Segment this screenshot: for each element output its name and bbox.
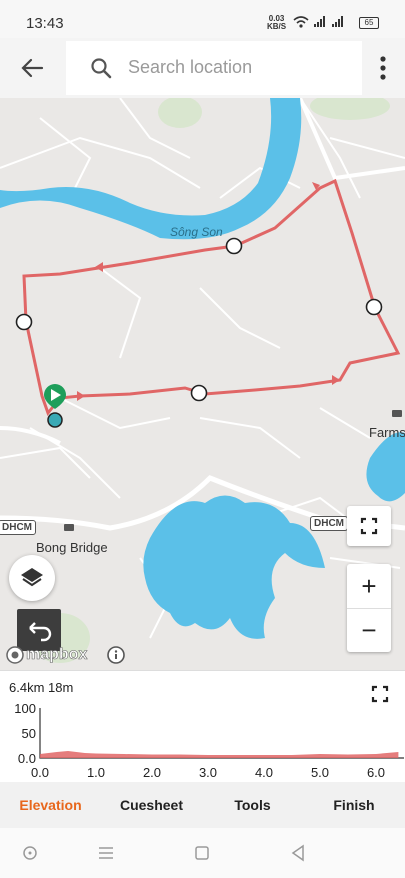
map-view[interactable]: Sông Son Farms Bong Bridge DHCM DHCM + −… bbox=[0, 98, 405, 670]
info-icon bbox=[107, 646, 125, 664]
y-tick-label: 0.0 bbox=[18, 751, 36, 766]
farms-label: Farms bbox=[369, 425, 405, 440]
tab-cuesheet[interactable]: Cuesheet bbox=[101, 782, 202, 828]
search-box[interactable]: Search location bbox=[66, 41, 362, 95]
waypoint-marker bbox=[15, 313, 33, 331]
cell-signal-2-icon bbox=[332, 16, 343, 27]
zoom-in-button[interactable]: + bbox=[347, 564, 391, 608]
wifi-icon bbox=[293, 16, 309, 28]
layers-icon bbox=[21, 568, 43, 587]
network-speed: 0.03 KB/S bbox=[267, 15, 286, 31]
waypoint-marker bbox=[190, 384, 208, 402]
status-time: 13:43 bbox=[26, 15, 64, 32]
tab-tools[interactable]: Tools bbox=[202, 782, 303, 828]
back-triangle-icon[interactable] bbox=[287, 842, 309, 864]
x-tick-label: 1.0 bbox=[87, 765, 105, 780]
chart-axis bbox=[39, 708, 404, 759]
search-input[interactable]: Search location bbox=[128, 57, 252, 78]
road-badge-dhcm: DHCM bbox=[310, 516, 348, 531]
end-marker bbox=[47, 412, 63, 428]
start-marker-icon bbox=[44, 384, 66, 409]
more-vertical-icon bbox=[380, 56, 386, 80]
battery-icon: 65 bbox=[359, 17, 379, 29]
mapbox-attribution: mapbox bbox=[5, 644, 88, 666]
mapbox-wordmark: mapbox bbox=[26, 646, 88, 664]
map-canvas[interactable] bbox=[0, 98, 405, 670]
info-button[interactable] bbox=[107, 646, 125, 664]
cell-signal-icon bbox=[314, 16, 325, 27]
elevation-chart[interactable]: 100 50 0.00.0 1.0 2.0 3.0 4.0 5.0 6.0 bbox=[0, 695, 405, 785]
x-tick-label: 0.0 bbox=[31, 765, 49, 780]
y-tick-label: 100 bbox=[14, 701, 36, 716]
layers-button[interactable] bbox=[9, 555, 55, 601]
x-tick-label: 5.0 bbox=[311, 765, 329, 780]
tab-elevation[interactable]: Elevation bbox=[0, 782, 101, 828]
search-icon bbox=[91, 58, 112, 79]
x-tick-label: 3.0 bbox=[199, 765, 217, 780]
zoom-out-button[interactable]: − bbox=[347, 608, 391, 652]
road-badge-dhcm: DHCM bbox=[0, 520, 36, 535]
waypoint-marker bbox=[365, 298, 383, 316]
network-speed-unit: KB/S bbox=[267, 22, 287, 31]
river-label: Sông Son bbox=[170, 225, 223, 239]
x-tick-label: 6.0 bbox=[367, 765, 385, 780]
fullscreen-button[interactable] bbox=[347, 506, 391, 546]
menu-nav-icon[interactable] bbox=[95, 842, 117, 864]
more-options-button[interactable] bbox=[372, 50, 394, 86]
home-square-icon[interactable] bbox=[191, 842, 213, 864]
bottom-tabs: Elevation Cuesheet Tools Finish bbox=[0, 782, 405, 828]
system-nav-bar bbox=[0, 828, 405, 878]
signal-icons bbox=[293, 16, 343, 28]
tab-finish[interactable]: Finish bbox=[303, 782, 405, 828]
route-summary: 6.4km 18m bbox=[9, 680, 74, 695]
arrow-left-icon bbox=[21, 58, 44, 78]
waypoint-marker bbox=[225, 237, 243, 255]
circle-nav-icon[interactable] bbox=[19, 842, 41, 864]
bong-bridge-label: Bong Bridge bbox=[36, 540, 108, 555]
elevation-area bbox=[40, 751, 399, 758]
x-tick-label: 4.0 bbox=[255, 765, 273, 780]
fullscreen-icon bbox=[360, 517, 378, 535]
mapbox-logo-icon bbox=[6, 646, 24, 664]
zoom-controls: + − bbox=[347, 564, 391, 652]
back-button[interactable] bbox=[12, 50, 52, 86]
y-tick-label: 50 bbox=[22, 726, 36, 741]
x-tick-label: 2.0 bbox=[143, 765, 161, 780]
